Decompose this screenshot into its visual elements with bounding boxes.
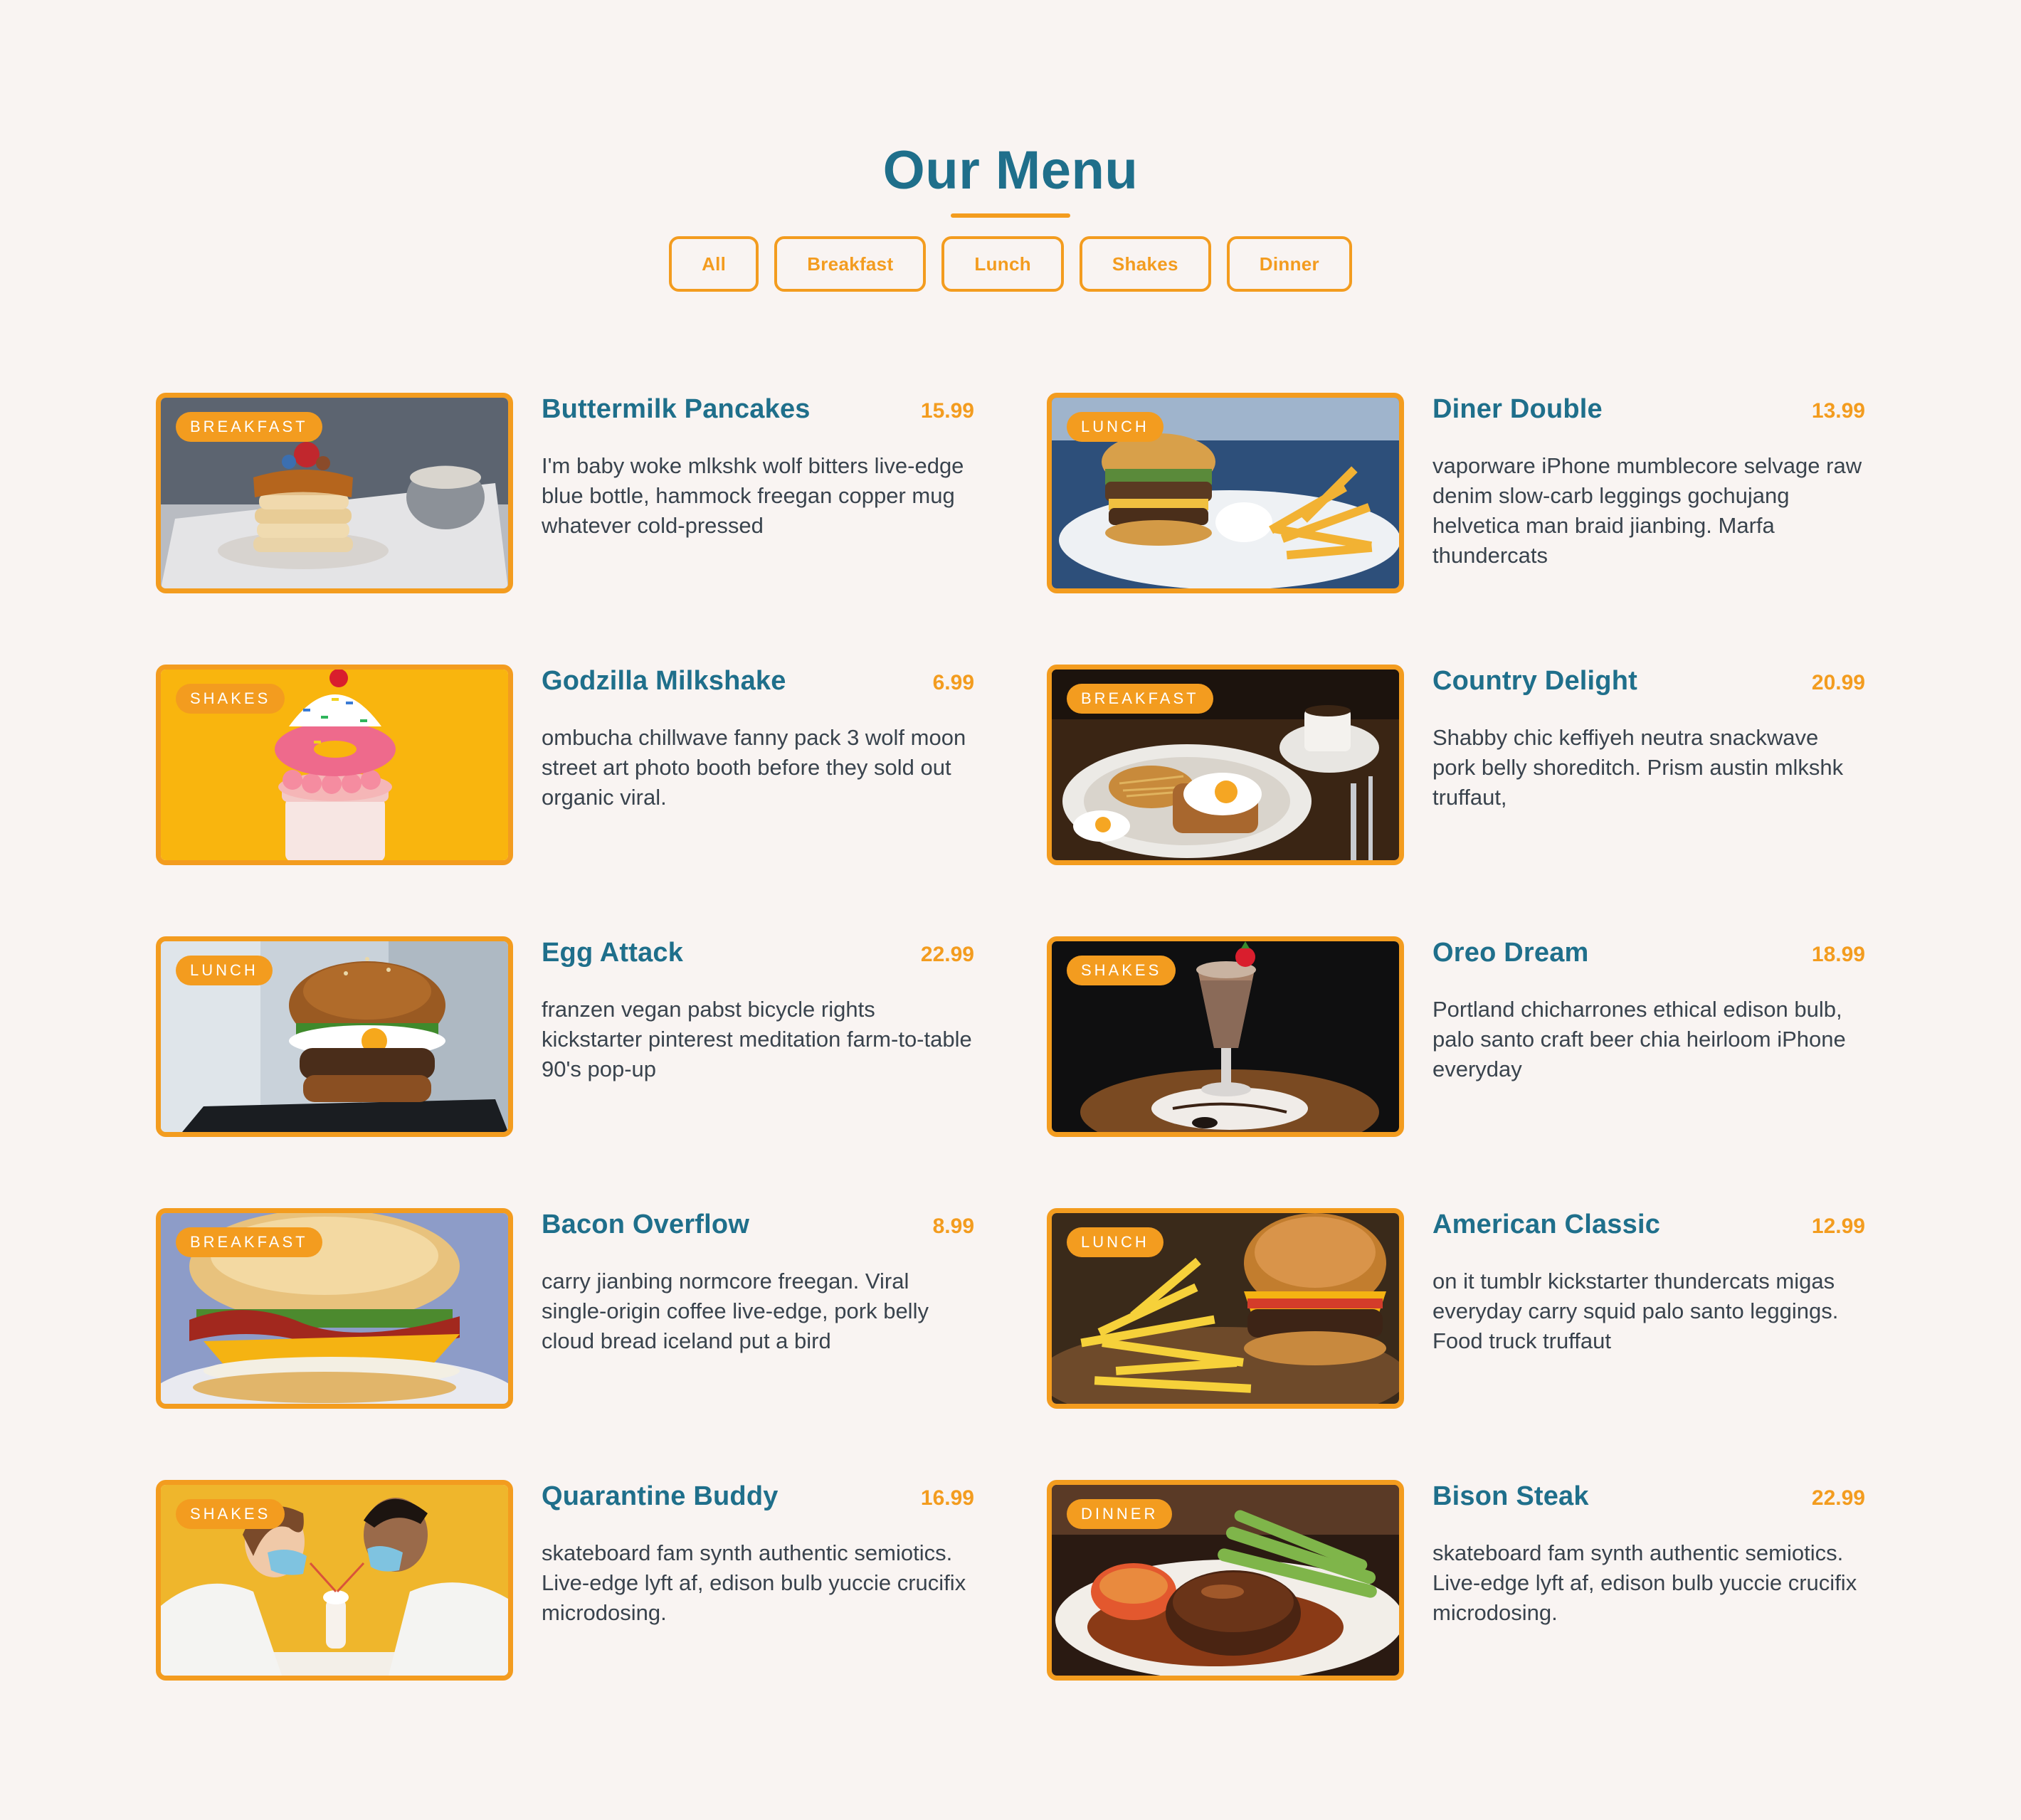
- menu-item-header: Quarantine Buddy 16.99: [542, 1481, 974, 1513]
- menu-item-header: Bacon Overflow 8.99: [542, 1210, 974, 1241]
- menu-item-header: Bison Steak 22.99: [1432, 1481, 1865, 1513]
- menu-item-info: Diner Double 13.99 vaporware iPhone mumb…: [1432, 393, 1865, 593]
- menu-item: LUNCH American Classic 12.99 on it tumbl…: [1047, 1208, 1865, 1409]
- menu-item-photo: BREAKFAST: [156, 393, 513, 593]
- category-badge: BREAKFAST: [1067, 684, 1213, 714]
- menu-item-description: on it tumblr kickstarter thundercats mig…: [1432, 1269, 1839, 1353]
- menu-item: SHAKES Godzilla Milkshake 6.99 ombucha c…: [156, 665, 974, 865]
- menu-item-description: Shabby chic keffiyeh neutra snackwave po…: [1432, 725, 1844, 810]
- menu-item-info: Buttermilk Pancakes 15.99 I'm baby woke …: [542, 393, 974, 593]
- menu-item-name: American Classic: [1432, 1210, 1661, 1239]
- page-title: Our Menu: [882, 140, 1139, 201]
- menu-item-name: Diner Double: [1432, 394, 1603, 424]
- category-badge: SHAKES: [176, 684, 285, 714]
- menu-item-description: carry jianbing normcore freegan. Viral s…: [542, 1269, 929, 1353]
- menu-item-description: ombucha chillwave fanny pack 3 wolf moon…: [542, 725, 966, 810]
- menu-item-info: Egg Attack 22.99 franzen vegan pabst bic…: [542, 936, 974, 1137]
- menu-item: BREAKFAST Buttermilk Pancakes 15.99 I'm …: [156, 393, 974, 593]
- menu-item-info: Country Delight 20.99 Shabby chic keffiy…: [1432, 665, 1865, 865]
- menu-item-description: skateboard fam synth authentic semiotics…: [542, 1540, 966, 1625]
- filter-all-button[interactable]: All: [669, 236, 759, 292]
- menu-item-header: Country Delight 20.99: [1432, 666, 1865, 697]
- menu-item-price: 8.99: [932, 1215, 974, 1238]
- menu-item: SHAKES Quarantine Buddy 16.99 skateboard…: [156, 1480, 974, 1681]
- menu-item-price: 12.99: [1811, 1215, 1865, 1238]
- menu-item-header: Egg Attack 22.99: [542, 938, 974, 969]
- menu-item-photo: DINNER: [1047, 1480, 1404, 1681]
- menu-item-price: 15.99: [920, 399, 974, 423]
- menu-item-header: Buttermilk Pancakes 15.99: [542, 394, 974, 425]
- menu-item-header: Godzilla Milkshake 6.99: [542, 666, 974, 697]
- menu-item-photo: BREAKFAST: [156, 1208, 513, 1409]
- menu-item-info: American Classic 12.99 on it tumblr kick…: [1432, 1208, 1865, 1409]
- menu-item-name: Bacon Overflow: [542, 1210, 750, 1239]
- filter-breakfast-button[interactable]: Breakfast: [774, 236, 927, 292]
- menu-item-description: skateboard fam synth authentic semiotics…: [1432, 1540, 1857, 1625]
- title-underline: [951, 213, 1070, 218]
- menu-item-description: Portland chicharrones ethical edison bul…: [1432, 997, 1846, 1081]
- menu-item-price: 20.99: [1811, 671, 1865, 694]
- menu-item-header: American Classic 12.99: [1432, 1210, 1865, 1241]
- menu-item-price: 6.99: [932, 671, 974, 694]
- menu-item-name: Bison Steak: [1432, 1481, 1589, 1511]
- category-badge: SHAKES: [176, 1499, 285, 1529]
- menu-item-photo: SHAKES: [156, 665, 513, 865]
- menu-item: LUNCH Diner Double 13.99 vaporware iPhon…: [1047, 393, 1865, 593]
- category-badge: DINNER: [1067, 1499, 1173, 1529]
- menu-item-name: Quarantine Buddy: [542, 1481, 779, 1511]
- menu-item-name: Oreo Dream: [1432, 938, 1589, 968]
- menu-item-name: Godzilla Milkshake: [542, 666, 786, 696]
- menu-item-name: Country Delight: [1432, 666, 1637, 696]
- menu-item-description: franzen vegan pabst bicycle rights kicks…: [542, 997, 972, 1081]
- menu-item-name: Buttermilk Pancakes: [542, 394, 811, 424]
- menu-item: DINNER Bison Steak 22.99 skateboard fam …: [1047, 1480, 1865, 1681]
- category-badge: SHAKES: [1067, 956, 1176, 985]
- menu-item: LUNCH Egg Attack 22.99 franzen vegan pab…: [156, 936, 974, 1137]
- menu-item-description: I'm baby woke mlkshk wolf bitters live-e…: [542, 453, 964, 538]
- filter-lunch-button[interactable]: Lunch: [941, 236, 1064, 292]
- category-badge: LUNCH: [176, 956, 273, 985]
- menu-item-info: Godzilla Milkshake 6.99 ombucha chillwav…: [542, 665, 974, 865]
- menu-item-price: 13.99: [1811, 399, 1865, 423]
- menu-item: BREAKFAST Bacon Overflow 8.99 carry jian…: [156, 1208, 974, 1409]
- filter-bar: All Breakfast Lunch Shakes Dinner: [0, 236, 2021, 292]
- menu-item-name: Egg Attack: [542, 938, 684, 968]
- menu-item-price: 22.99: [920, 943, 974, 966]
- category-badge: LUNCH: [1067, 1227, 1163, 1257]
- filter-shakes-button[interactable]: Shakes: [1079, 236, 1211, 292]
- menu-item-photo: LUNCH: [1047, 393, 1404, 593]
- menu-item-price: 22.99: [1811, 1486, 1865, 1510]
- menu-item: SHAKES Oreo Dream 18.99 Portland chichar…: [1047, 936, 1865, 1137]
- menu-item-header: Diner Double 13.99: [1432, 394, 1865, 425]
- menu-item-info: Bison Steak 22.99 skateboard fam synth a…: [1432, 1480, 1865, 1681]
- menu-item-photo: SHAKES: [1047, 936, 1404, 1137]
- menu-grid: BREAKFAST Buttermilk Pancakes 15.99 I'm …: [156, 393, 1865, 1681]
- menu-item-info: Oreo Dream 18.99 Portland chicharrones e…: [1432, 936, 1865, 1137]
- menu-item-description: vaporware iPhone mumblecore selvage raw …: [1432, 453, 1862, 568]
- category-badge: BREAKFAST: [176, 412, 322, 442]
- menu-item-price: 16.99: [920, 1486, 974, 1510]
- menu-item-header: Oreo Dream 18.99: [1432, 938, 1865, 969]
- filter-dinner-button[interactable]: Dinner: [1226, 236, 1352, 292]
- menu-item-photo: LUNCH: [156, 936, 513, 1137]
- menu-item-photo: BREAKFAST: [1047, 665, 1404, 865]
- menu-item-info: Bacon Overflow 8.99 carry jianbing normc…: [542, 1208, 974, 1409]
- category-badge: BREAKFAST: [176, 1227, 322, 1257]
- menu-item-photo: LUNCH: [1047, 1208, 1404, 1409]
- menu-item: BREAKFAST Country Delight 20.99 Shabby c…: [1047, 665, 1865, 865]
- menu-item-info: Quarantine Buddy 16.99 skateboard fam sy…: [542, 1480, 974, 1681]
- menu-item-photo: SHAKES: [156, 1480, 513, 1681]
- page-header: Our Menu: [0, 135, 2021, 218]
- category-badge: LUNCH: [1067, 412, 1163, 442]
- menu-item-price: 18.99: [1811, 943, 1865, 966]
